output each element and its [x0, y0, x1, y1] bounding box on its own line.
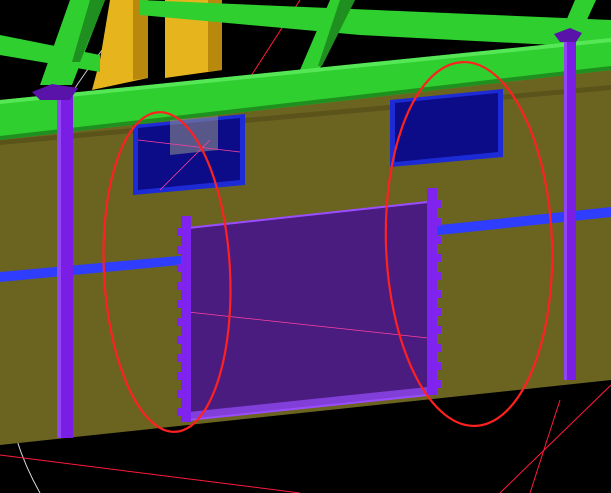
- window-right[interactable]: [390, 89, 503, 167]
- guide-red-line-1: [0, 454, 301, 493]
- guide-red-line-3: [499, 384, 611, 493]
- window-left[interactable]: [133, 114, 245, 195]
- guide-red-line-4: [529, 399, 561, 493]
- door-opening[interactable]: [187, 200, 429, 422]
- column-left-cap: [32, 84, 78, 100]
- window-right-glass: [395, 93, 498, 162]
- 3d-viewport[interactable]: [0, 0, 611, 493]
- model-scene[interactable]: [0, 0, 611, 493]
- door-jamb-stud-left[interactable]: [177, 216, 191, 422]
- door-jamb-stud-right[interactable]: [427, 188, 441, 395]
- door-fill: [188, 202, 428, 420]
